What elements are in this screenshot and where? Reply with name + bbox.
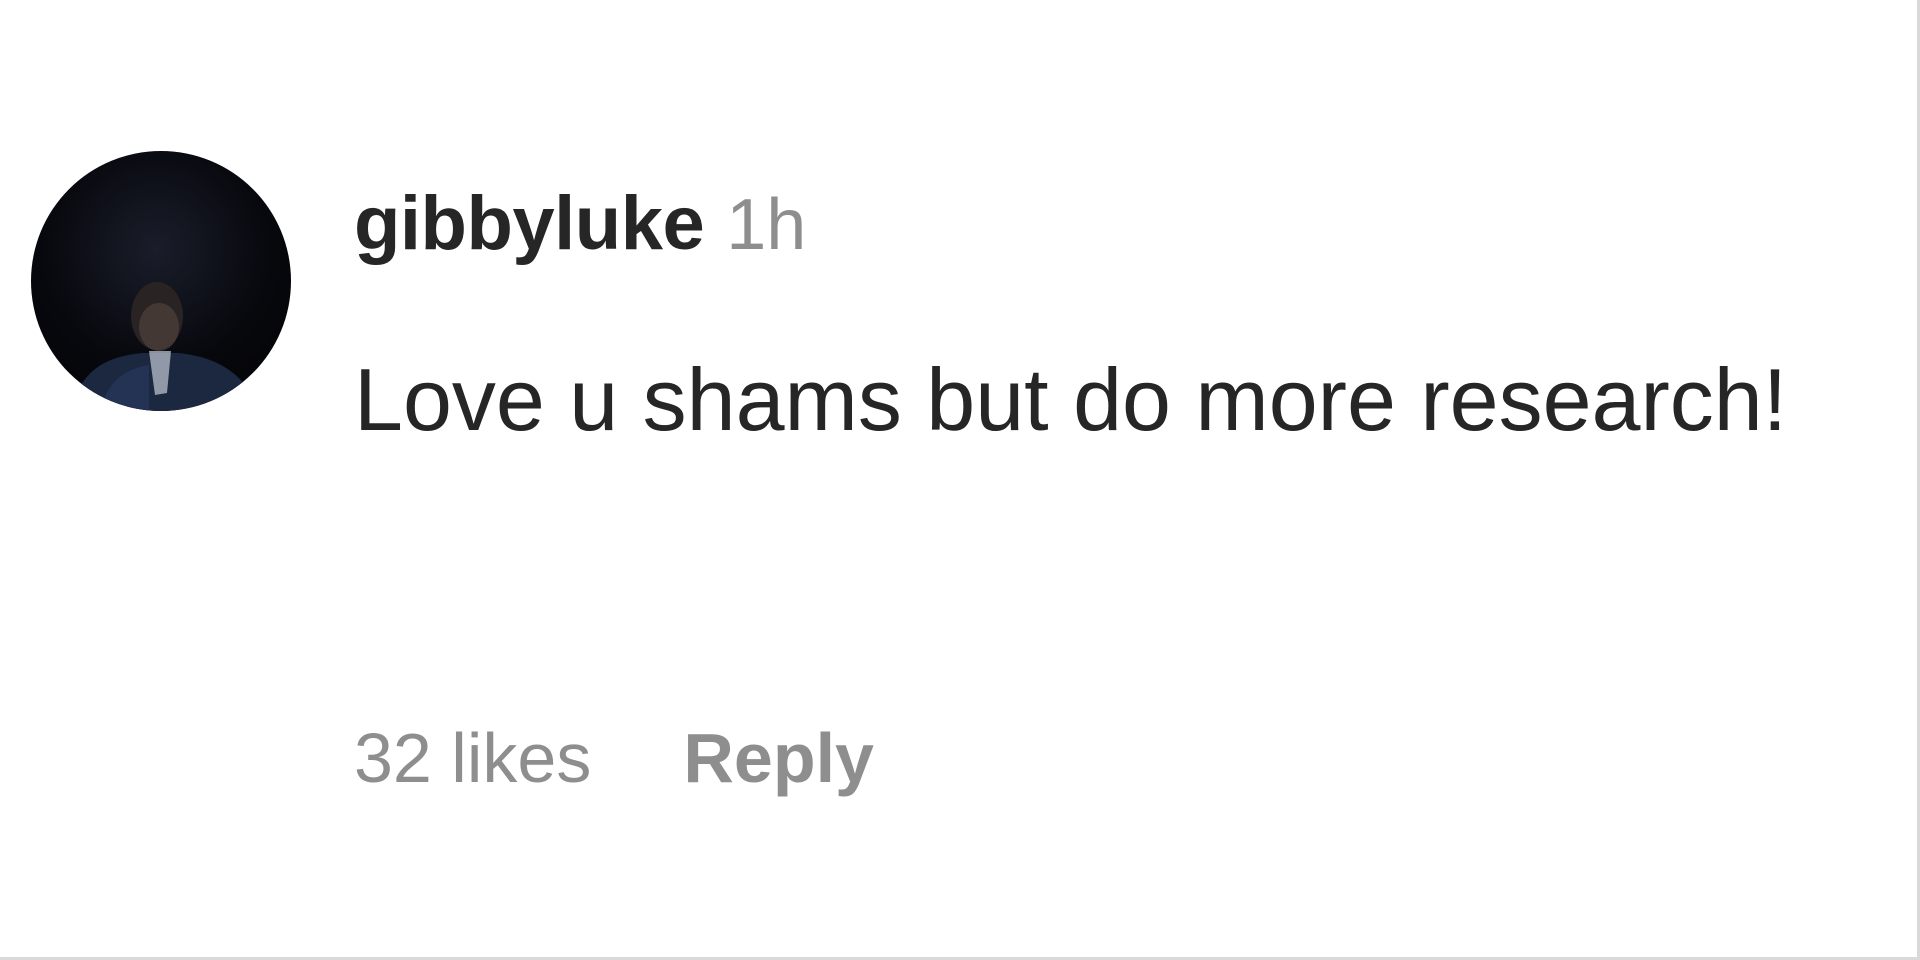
likes-count-button[interactable]: 32 likes: [354, 718, 591, 798]
username-link[interactable]: gibbyluke: [354, 180, 705, 267]
comment-card: gibbyluke 1h Love u shams but do more re…: [0, 0, 1920, 960]
comment-meta: gibbyluke 1h: [354, 180, 1894, 280]
avatar-photo-icon: [71, 282, 259, 411]
user-avatar[interactable]: [31, 151, 291, 411]
comment-content: gibbyluke 1h Love u shams but do more re…: [354, 180, 1894, 481]
reply-button[interactable]: Reply: [683, 718, 874, 798]
comment-timestamp[interactable]: 1h: [726, 184, 806, 266]
comment-actions: 32 likes Reply: [354, 718, 874, 798]
comment-text: Love u shams but do more research!: [354, 350, 1788, 449]
